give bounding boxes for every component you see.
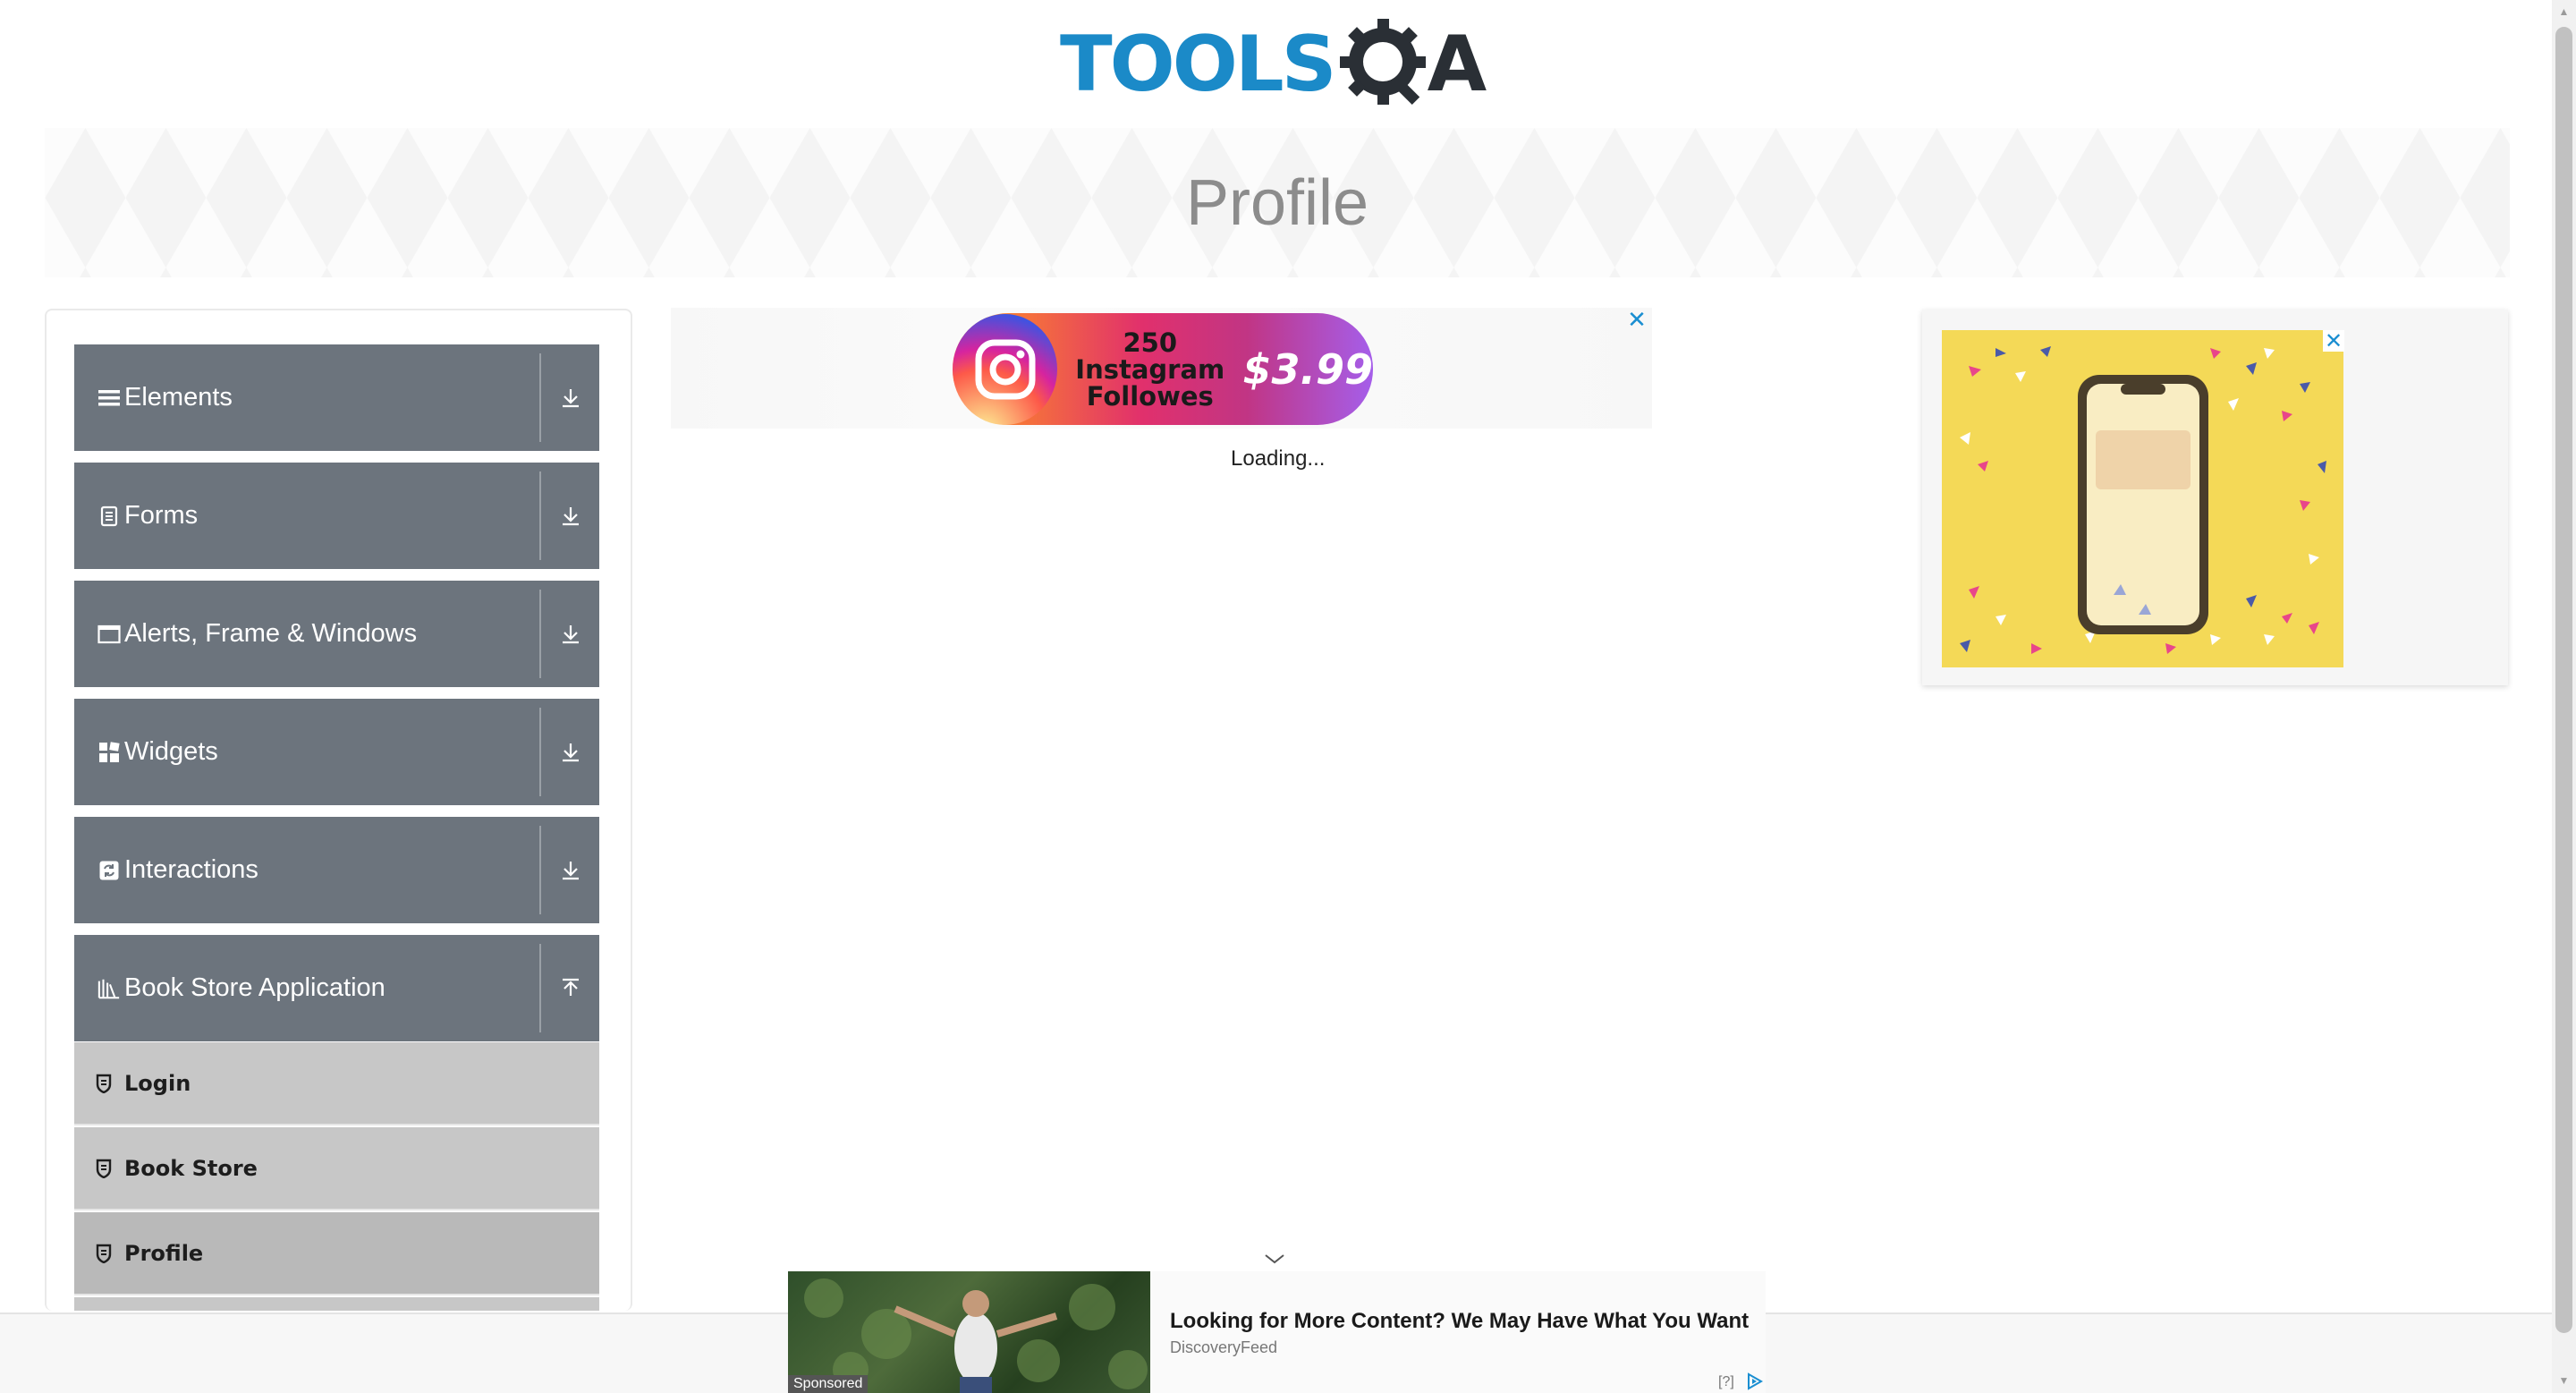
shield-icon — [94, 1158, 114, 1179]
sidebar-group-label: Widgets — [124, 737, 218, 766]
divider — [539, 944, 541, 1032]
gear-magnifier-icon — [1338, 17, 1433, 112]
sidebar-group-alerts[interactable]: Alerts, Frame & Windows — [74, 581, 599, 687]
ad-thumbnail-image[interactable]: Sponsored — [788, 1271, 1150, 1393]
document-icon — [97, 505, 121, 528]
sidebar-group-label: Interactions — [124, 855, 258, 884]
scroll-down-arrow-icon[interactable]: ▼ — [2557, 1374, 2571, 1388]
close-icon[interactable]: ✕ — [1626, 309, 1648, 332]
adchoices-icon[interactable] — [1745, 1372, 1765, 1390]
books-icon — [97, 977, 121, 1000]
sidebar-item-label: Login — [124, 1070, 191, 1096]
shield-icon — [94, 1073, 114, 1094]
download-arrow-icon[interactable] — [553, 463, 589, 569]
hamburger-icon — [97, 386, 121, 410]
instagram-logo-icon — [953, 313, 1058, 425]
logo-text: TOOLS — [1060, 20, 1337, 109]
right-ad-panel[interactable]: ✕ — [1922, 310, 2508, 685]
sidebar-item-partial[interactable] — [74, 1297, 599, 1311]
ad-source[interactable]: DiscoveryFeed — [1170, 1338, 1277, 1357]
loading-text: Loading... — [1231, 446, 1326, 471]
instagram-promo-ad[interactable]: 250 Instagram Followes $3.99 — [953, 313, 1373, 425]
divider — [539, 826, 541, 914]
toolsqa-logo[interactable]: TOOLS A — [1060, 14, 1487, 115]
close-icon[interactable]: ✕ — [2323, 330, 2344, 352]
shield-icon — [94, 1243, 114, 1264]
promo-price: $3.99 — [1242, 344, 1373, 394]
phone-ad-image[interactable] — [1942, 330, 2343, 667]
grid-icon — [97, 741, 121, 764]
sidebar-group-label: Alerts, Frame & Windows — [124, 619, 418, 648]
sidebar-item-label: Profile — [124, 1240, 204, 1266]
sidebar-group-forms[interactable]: Forms — [74, 463, 599, 569]
divider — [539, 471, 541, 560]
sponsored-label: Sponsored — [788, 1375, 869, 1393]
divider — [539, 708, 541, 796]
sidebar-group-label: Elements — [124, 383, 233, 412]
divider — [539, 353, 541, 442]
promo-line-1: 250 Instagram — [1075, 327, 1225, 385]
sidebar-item-book-store[interactable]: Book Store — [74, 1127, 599, 1210]
scroll-thumb[interactable] — [2555, 27, 2572, 1333]
divider — [539, 590, 541, 678]
sidebar-group-label: Forms — [124, 501, 199, 530]
sidebar-item-login[interactable]: Login — [74, 1042, 599, 1125]
ad-info-link[interactable]: [?] — [1718, 1374, 1734, 1390]
promo-line-2: Followes — [1086, 380, 1214, 412]
download-arrow-icon[interactable] — [553, 817, 589, 923]
promo-text: 250 Instagram Followes — [1070, 329, 1230, 410]
download-arrow-icon[interactable] — [553, 581, 589, 687]
sidebar-group-interactions[interactable]: Interactions — [74, 817, 599, 923]
page-title: Profile — [1185, 166, 1369, 239]
sidebar-group-elements[interactable]: Elements — [74, 344, 599, 451]
page-banner: Profile — [45, 128, 2510, 277]
sidebar-group-book-store-application[interactable]: Book Store Application — [74, 935, 599, 1041]
sidebar-group-label: Book Store Application — [124, 973, 386, 1002]
sidebar-group-widgets[interactable]: Widgets — [74, 699, 599, 805]
ad-headline[interactable]: Looking for More Content? We May Have Wh… — [1170, 1309, 1749, 1334]
sidebar-item-profile[interactable]: Profile — [74, 1212, 599, 1295]
sponsored-ad[interactable]: Sponsored Looking for More Content? We M… — [788, 1271, 1766, 1393]
download-arrow-icon[interactable] — [553, 699, 589, 805]
refresh-icon — [97, 859, 121, 882]
window-icon — [97, 623, 121, 646]
download-arrow-icon[interactable] — [553, 344, 589, 451]
logo-suffix: A — [1427, 20, 1487, 109]
sidebar: Elements Forms Alerts, Frame & Windows W… — [45, 309, 632, 1311]
scroll-up-arrow-icon[interactable]: ▲ — [2557, 5, 2571, 19]
chevron-down-icon[interactable] — [1262, 1250, 1287, 1268]
vertical-scrollbar[interactable]: ▲ ▼ — [2552, 0, 2576, 1393]
upload-arrow-icon[interactable] — [553, 935, 589, 1041]
sidebar-item-label: Book Store — [124, 1155, 258, 1181]
